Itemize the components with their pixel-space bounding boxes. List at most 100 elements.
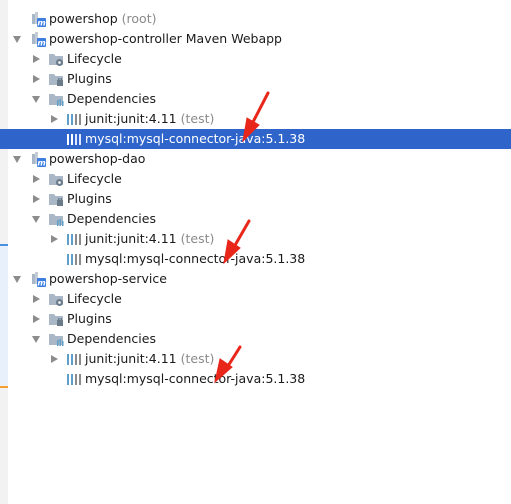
chevron-right-icon[interactable] [30, 69, 42, 89]
tree-node-dependencies[interactable]: Dependencies [0, 329, 511, 349]
maven-projects-tree: m powershop (root) m powershop-controller Ma… [0, 9, 511, 389]
library-icon [66, 251, 82, 267]
dependencies-folder-icon [48, 331, 64, 347]
tree-node-dependency[interactable]: junit:junit:4.11 (test) [0, 229, 511, 249]
maven-module-icon: m [30, 11, 46, 28]
tree-node-text: mysql:mysql-connector-java:5.1.38 [85, 131, 306, 146]
library-icon [66, 111, 82, 127]
maven-module-icon: m [30, 271, 46, 288]
maven-module-icon: m [30, 31, 46, 48]
tree-node-text: Dependencies [67, 331, 156, 346]
chevron-right-icon[interactable] [30, 289, 42, 309]
tree-node-text: powershop-service [49, 271, 167, 286]
tree-node-text: Lifecycle [67, 291, 122, 306]
tree-node-label: Plugins [67, 309, 112, 329]
tree-node-text: Plugins [67, 311, 112, 326]
tree-node-plugins[interactable]: Plugins [0, 189, 511, 209]
tree-node-label: Dependencies [67, 89, 156, 109]
tree-node-label: mysql:mysql-connector-java:5.1.38 [85, 369, 305, 389]
tree-node-label: Plugins [67, 189, 112, 209]
tree-node-text: Plugins [67, 191, 112, 206]
tree-node-plugins[interactable]: Plugins [0, 69, 511, 89]
tree-node-suffix: (test) [180, 111, 215, 126]
tree-node-module[interactable]: m powershop-dao [0, 149, 511, 169]
tree-node-label: powershop-service [49, 269, 167, 289]
chevron-down-icon[interactable] [11, 29, 23, 49]
chevron-down-icon[interactable] [30, 209, 42, 229]
dependencies-folder-icon [48, 211, 64, 227]
tree-node-text: junit:junit:4.11 [85, 351, 177, 366]
plugins-folder-icon [48, 191, 64, 207]
chevron-right-icon[interactable] [30, 309, 42, 329]
tree-node-text: powershop [49, 11, 118, 26]
tree-node-suffix: (test) [180, 231, 215, 246]
dependencies-folder-icon [48, 91, 64, 107]
tree-node-root[interactable]: m powershop (root) [0, 9, 511, 29]
tree-node-text: junit:junit:4.11 [85, 111, 177, 126]
tree-node-dependencies[interactable]: Dependencies [0, 89, 511, 109]
tree-node-module[interactable]: m powershop-controller Maven Webapp [0, 29, 511, 49]
tree-node-dependency[interactable]: junit:junit:4.11 (test) [0, 349, 511, 369]
tree-node-text: powershop-dao [49, 151, 146, 166]
tree-node-label: powershop-dao [49, 149, 145, 169]
library-icon [66, 371, 82, 387]
tree-node-label: powershop-controller Maven Webapp [49, 29, 282, 49]
chevron-right-icon[interactable] [30, 49, 42, 69]
tree-node-label: Lifecycle [67, 49, 122, 69]
plugins-folder-icon [48, 71, 64, 87]
chevron-right-icon[interactable] [48, 349, 60, 369]
tree-node-label: Dependencies [67, 209, 156, 229]
tree-node-label: Plugins [67, 69, 112, 89]
tree-node-lifecycle[interactable]: Lifecycle [0, 49, 511, 69]
tree-node-dependency[interactable]: junit:junit:4.11 (test) [0, 109, 511, 129]
svg-text:m: m [37, 39, 45, 48]
svg-text:m: m [37, 19, 45, 28]
chevron-right-icon[interactable] [30, 169, 42, 189]
tree-node-label: junit:junit:4.11 (test) [85, 229, 214, 249]
tree-node-dependency[interactable]: mysql:mysql-connector-java:5.1.38 [0, 249, 511, 269]
tree-node-lifecycle[interactable]: Lifecycle [0, 289, 511, 309]
tree-node-text: powershop-controller Maven Webapp [49, 31, 282, 46]
tree-node-text: Lifecycle [67, 51, 122, 66]
chevron-down-icon[interactable] [30, 89, 42, 109]
tree-node-suffix: (root) [121, 11, 157, 26]
tree-node-dependencies[interactable]: Dependencies [0, 209, 511, 229]
chevron-right-icon[interactable] [48, 109, 60, 129]
svg-text:m: m [37, 159, 45, 168]
chevron-right-icon[interactable] [48, 229, 60, 249]
chevron-right-icon[interactable] [30, 189, 42, 209]
svg-text:m: m [37, 279, 45, 288]
lifecycle-folder-icon [48, 51, 64, 67]
tree-node-label: junit:junit:4.11 (test) [85, 109, 214, 129]
tree-node-label: mysql:mysql-connector-java:5.1.38 [85, 129, 305, 149]
chevron-down-icon[interactable] [11, 269, 23, 289]
tree-node-label: Lifecycle [67, 289, 122, 309]
tree-node-text: Dependencies [67, 91, 156, 106]
library-icon [66, 351, 82, 367]
tree-node-suffix: (test) [180, 351, 215, 366]
tree-node-plugins[interactable]: Plugins [0, 309, 511, 329]
tree-node-text: mysql:mysql-connector-java:5.1.38 [85, 251, 306, 266]
chevron-down-icon[interactable] [11, 149, 23, 169]
tree-node-text: Plugins [67, 71, 112, 86]
tree-node-text: mysql:mysql-connector-java:5.1.38 [85, 371, 306, 386]
tree-node-dependency[interactable]: mysql:mysql-connector-java:5.1.38 [0, 369, 511, 389]
tree-node-module[interactable]: m powershop-service [0, 269, 511, 289]
tree-node-text: Lifecycle [67, 171, 122, 186]
tree-node-label: junit:junit:4.11 (test) [85, 349, 214, 369]
tree-node-label: powershop (root) [49, 9, 156, 29]
tree-node-text: junit:junit:4.11 [85, 231, 177, 246]
lifecycle-folder-icon [48, 291, 64, 307]
tree-node-label: Dependencies [67, 329, 156, 349]
tree-node-lifecycle[interactable]: Lifecycle [0, 169, 511, 189]
tree-node-text: Dependencies [67, 211, 156, 226]
tree-node-label: Lifecycle [67, 169, 122, 189]
tree-node-label: mysql:mysql-connector-java:5.1.38 [85, 249, 305, 269]
chevron-down-icon[interactable] [30, 329, 42, 349]
library-icon [66, 231, 82, 247]
plugins-folder-icon [48, 311, 64, 327]
lifecycle-folder-icon [48, 171, 64, 187]
maven-module-icon: m [30, 151, 46, 168]
library-icon [66, 131, 82, 147]
tree-node-dependency[interactable]: mysql:mysql-connector-java:5.1.38 [0, 129, 511, 149]
